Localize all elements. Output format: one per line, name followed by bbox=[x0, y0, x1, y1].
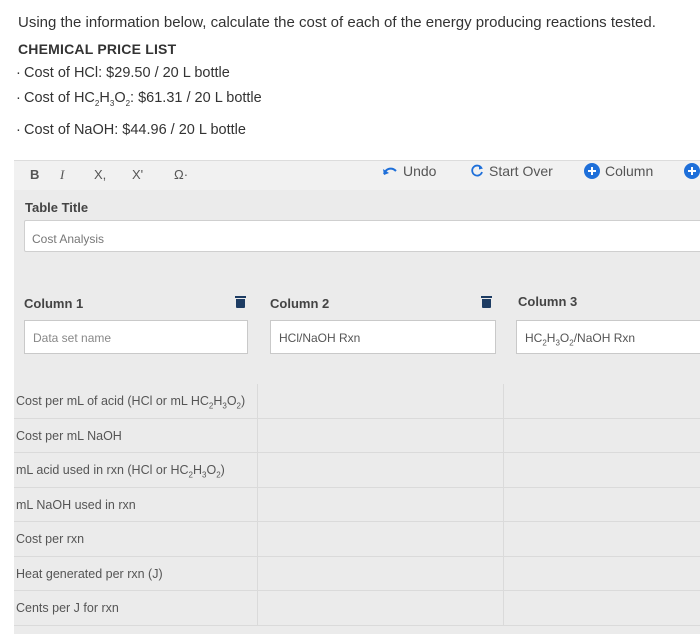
table-cell[interactable] bbox=[258, 487, 504, 522]
trash-icon[interactable] bbox=[481, 296, 492, 308]
price-item-hcl: · Cost of HCl: $29.50 / 20 L bottle bbox=[16, 65, 230, 81]
table-cell[interactable] bbox=[258, 522, 504, 557]
row-label[interactable]: mL NaOH used in rxn bbox=[16, 498, 136, 512]
table-editor: Table Title Cost Analysis Column 1 Colum… bbox=[14, 190, 700, 634]
table-cell[interactable] bbox=[258, 556, 504, 591]
editor-toolbar: B I X, X' Ω· Undo Start Over Column bbox=[14, 160, 700, 191]
table-cell[interactable] bbox=[504, 591, 700, 626]
special-char-button[interactable]: Ω· bbox=[174, 167, 188, 182]
plus-circle-icon bbox=[684, 163, 700, 179]
instructions: Using the information below, calculate t… bbox=[16, 10, 698, 147]
row-label[interactable]: Heat generated per rxn (J) bbox=[16, 567, 163, 581]
italic-button[interactable]: I bbox=[60, 167, 64, 183]
table-cell[interactable] bbox=[504, 488, 700, 522]
bold-button[interactable]: B bbox=[30, 167, 39, 182]
price-item-naoh: · Cost of NaOH: $44.96 / 20 L bottle bbox=[16, 121, 246, 138]
add-row-button[interactable] bbox=[684, 163, 700, 179]
price-list-title: CHEMICAL PRICE LIST bbox=[18, 41, 177, 57]
plus-circle-icon bbox=[584, 163, 600, 179]
subscript-button[interactable]: X, bbox=[94, 167, 106, 182]
table-cell[interactable] bbox=[504, 384, 700, 419]
row-label[interactable]: Cents per J for rxn bbox=[16, 601, 119, 615]
data-grid: Cost per mL of acid (HCl or mL HC2H3O2) C… bbox=[14, 384, 700, 634]
table-cell[interactable] bbox=[258, 418, 504, 453]
start-over-button[interactable]: Start Over bbox=[470, 163, 553, 179]
table-cell[interactable] bbox=[258, 384, 504, 419]
add-column-button[interactable]: Column bbox=[584, 163, 653, 179]
question-text: Using the information below, calculate t… bbox=[18, 14, 656, 31]
superscript-button[interactable]: X' bbox=[132, 167, 143, 182]
table-cell[interactable] bbox=[258, 591, 504, 626]
table-cell[interactable] bbox=[504, 419, 700, 453]
table-cell[interactable] bbox=[504, 557, 700, 591]
table-cell[interactable] bbox=[504, 453, 700, 488]
column-2-header: Column 2 bbox=[270, 296, 330, 311]
column-3-header: Column 3 bbox=[518, 294, 578, 309]
row-label[interactable]: mL acid used in rxn (HCl or HC2H3O2) bbox=[16, 463, 225, 480]
column-1-header: Column 1 bbox=[24, 296, 84, 311]
table-cell[interactable] bbox=[504, 522, 700, 557]
column-2-dataset-input[interactable]: HCl/NaOH Rxn bbox=[270, 320, 496, 354]
row-label[interactable]: Cost per rxn bbox=[16, 532, 84, 546]
undo-button[interactable]: Undo bbox=[382, 163, 436, 179]
undo-icon bbox=[383, 167, 397, 175]
row-label[interactable]: Cost per mL NaOH bbox=[16, 429, 122, 443]
row-label[interactable]: Cost per mL of acid (HCl or mL HC2H3O2) bbox=[16, 394, 245, 411]
trash-icon[interactable] bbox=[235, 296, 246, 308]
table-cell[interactable] bbox=[258, 453, 504, 488]
column-1-dataset-input[interactable]: Data set name bbox=[24, 320, 248, 354]
table-title-label: Table Title bbox=[25, 200, 89, 215]
table-title-input[interactable]: Cost Analysis bbox=[24, 220, 700, 252]
refresh-icon bbox=[471, 164, 483, 177]
price-item-acetic: · Cost of HC2H3O2: $61.31 / 20 L bottle bbox=[16, 90, 262, 108]
column-3-dataset-input[interactable]: HC2H3O2/NaOH Rxn bbox=[516, 320, 700, 354]
